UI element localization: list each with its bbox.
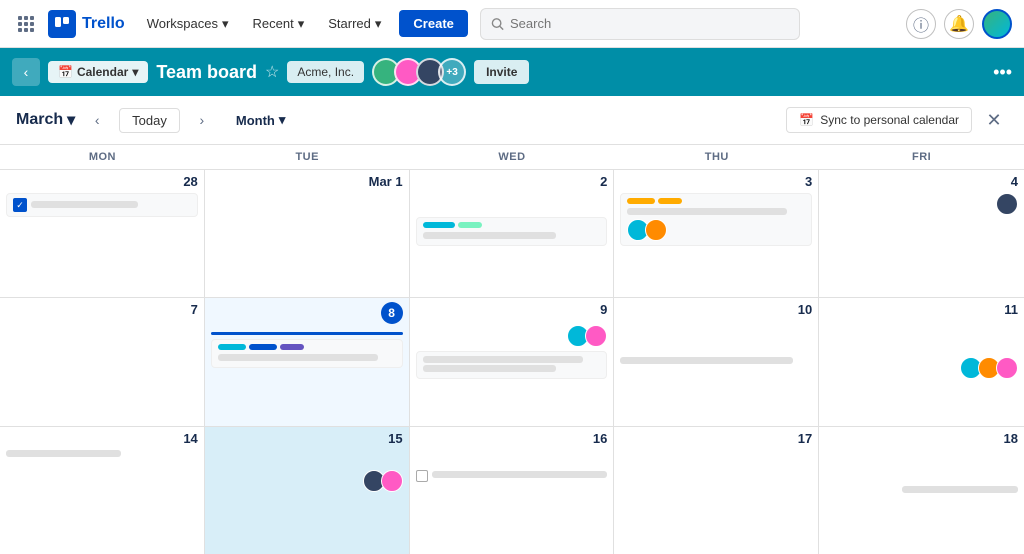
calendar-week-3: 14 15 16 17	[0, 427, 1024, 554]
calendar-cell-tue-15[interactable]: 15	[205, 427, 410, 554]
workspaces-menu[interactable]: Workspaces ▾	[137, 10, 239, 38]
calendar-cell-thu-10[interactable]: 10	[614, 298, 819, 425]
trello-logo-text: Trello	[82, 15, 125, 33]
collapse-sidebar-button[interactable]: ‹	[12, 58, 40, 86]
calendar-header: March ▾ ‹ Today › Month ▾ 📅 Sync to pers…	[0, 96, 1024, 145]
mini-avatar-pink-9	[585, 325, 607, 347]
grid-menu-icon[interactable]	[12, 10, 40, 38]
member-avatar-plus[interactable]: +3	[438, 58, 466, 86]
calendar-cell-fri-11[interactable]: 11	[819, 298, 1024, 425]
mini-avatar-pink-15	[381, 470, 403, 492]
starred-menu[interactable]: Starred ▾	[318, 10, 391, 38]
calendar-cell-thu-3[interactable]: 3	[614, 170, 819, 297]
date-28: 28	[6, 174, 198, 189]
calendar-cell-mon-28[interactable]: 28 ✓	[0, 170, 205, 297]
today-button[interactable]: Today	[119, 108, 180, 133]
calendar-cell-wed-16[interactable]: 16	[410, 427, 615, 554]
calendar-sync-icon: 📅	[799, 113, 814, 127]
notification-icon[interactable]: 🔔	[944, 9, 974, 39]
card-wed2[interactable]	[416, 217, 608, 246]
create-button[interactable]: Create	[399, 10, 467, 37]
mini-avatar-orange	[645, 219, 667, 241]
sync-calendar-button[interactable]: 📅 Sync to personal calendar	[786, 107, 972, 133]
calendar-icon: 📅	[58, 65, 73, 79]
calendar-cell-mon-14[interactable]: 14	[0, 427, 205, 554]
member-avatars: +3	[372, 58, 466, 86]
search-bar[interactable]	[480, 8, 800, 40]
mini-avatar-dark-fri4	[996, 193, 1018, 215]
mini-avatar-pink-11	[996, 357, 1018, 379]
calendar-view-badge[interactable]: 📅 Calendar ▾	[48, 61, 148, 83]
calendar-week-1: 28 ✓ Mar 1 2	[0, 170, 1024, 298]
checkbox-empty	[416, 470, 428, 482]
user-avatar[interactable]	[982, 9, 1012, 39]
date-8: 8	[381, 302, 403, 324]
more-options-button[interactable]: •••	[993, 62, 1012, 83]
calendar-cell-wed-2[interactable]: 2	[410, 170, 615, 297]
recent-menu[interactable]: Recent ▾	[243, 10, 315, 38]
calendar-cell-fri-18[interactable]: 18	[819, 427, 1024, 554]
nav-right-icons: ⓘ 🔔	[906, 9, 1012, 39]
day-header-wed: Wed	[410, 145, 615, 169]
month-selector[interactable]: March ▾	[16, 110, 75, 130]
top-navigation: Trello Workspaces ▾ Recent ▾ Starred ▾ C…	[0, 0, 1024, 48]
next-month-button[interactable]: ›	[188, 106, 216, 134]
today-indicator	[211, 332, 403, 335]
calendar-cell-mon-7[interactable]: 7	[0, 298, 205, 425]
info-icon[interactable]: ⓘ	[906, 9, 936, 39]
card-wed9[interactable]	[416, 351, 608, 379]
calendar-grid: 28 ✓ Mar 1 2	[0, 170, 1024, 554]
board-title: Team board	[156, 62, 257, 83]
card-tue8[interactable]	[211, 339, 403, 368]
view-selector[interactable]: Month ▾	[236, 112, 286, 128]
day-header-tue: Tue	[205, 145, 410, 169]
star-button[interactable]: ☆	[265, 62, 279, 82]
calendar-cell-thu-17[interactable]: 17	[614, 427, 819, 554]
prev-month-button[interactable]: ‹	[83, 106, 111, 134]
calendar-cell-fri-4[interactable]: 4	[819, 170, 1024, 297]
invite-button[interactable]: Invite	[474, 60, 529, 84]
day-header-mon: Mon	[0, 145, 205, 169]
search-icon	[491, 17, 504, 31]
calendar-cell-tue-8[interactable]: 8	[205, 298, 410, 425]
calendar-days-header: Mon Tue Wed Thu Fri	[0, 145, 1024, 170]
calendar-cell-wed-9[interactable]: 9	[410, 298, 615, 425]
trello-logo-icon	[48, 10, 76, 38]
card-text	[31, 201, 138, 208]
board-navigation: ‹ 📅 Calendar ▾ Team board ☆ Acme, Inc. +…	[0, 48, 1024, 96]
card-mon28[interactable]: ✓	[6, 193, 198, 217]
checkbox-icon: ✓	[13, 198, 27, 212]
search-input[interactable]	[510, 16, 789, 31]
calendar-area: March ▾ ‹ Today › Month ▾ 📅 Sync to pers…	[0, 96, 1024, 554]
workspace-badge[interactable]: Acme, Inc.	[287, 61, 364, 83]
day-header-thu: Thu	[614, 145, 819, 169]
trello-logo[interactable]: Trello	[48, 10, 125, 38]
calendar-week-2: 7 8 9	[0, 298, 1024, 426]
calendar-cell-tue-1[interactable]: Mar 1	[205, 170, 410, 297]
close-calendar-button[interactable]: ✕	[980, 106, 1008, 134]
day-header-fri: Fri	[819, 145, 1024, 169]
card-thu3[interactable]	[620, 193, 812, 246]
